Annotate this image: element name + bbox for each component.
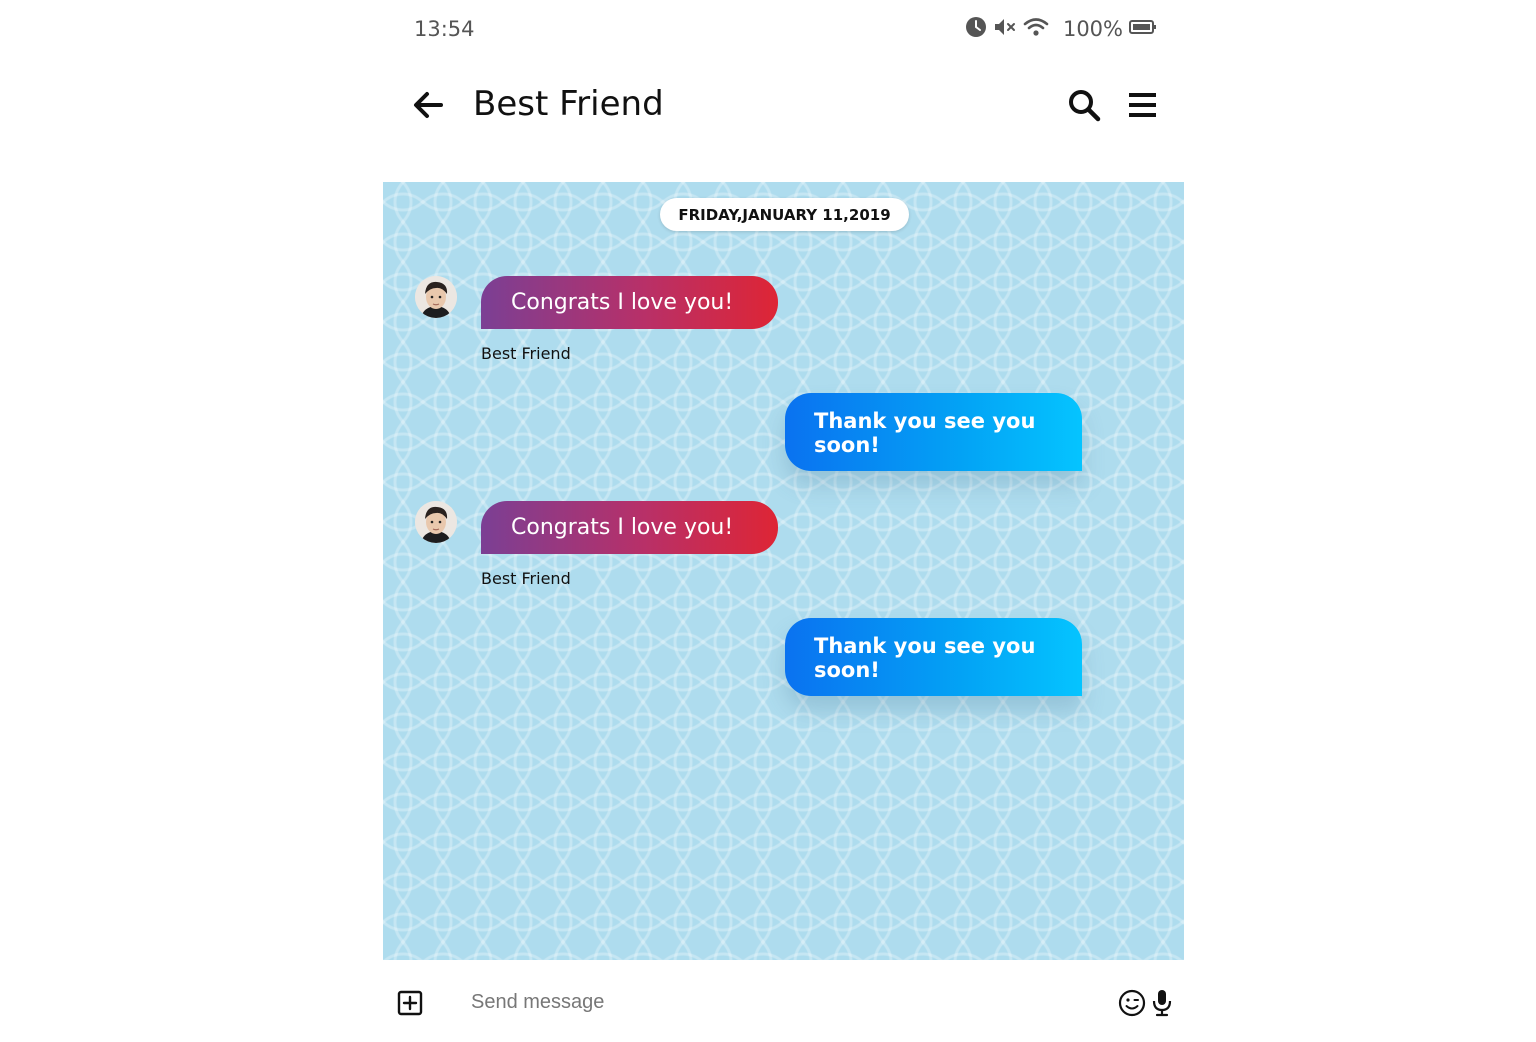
chat-header: Best Friend [383,60,1184,160]
avatar-photo [415,501,457,543]
outgoing-message-bubble[interactable]: Thank you see you soon! [785,393,1082,471]
incoming-message-bubble[interactable]: Congrats I love you! [481,276,778,329]
wifi-icon [1023,16,1049,42]
menu-button[interactable] [1127,90,1159,120]
avatar[interactable] [415,501,457,543]
alarm-icon [965,16,987,42]
mute-icon [993,16,1017,42]
microphone-icon [1152,990,1172,1017]
phone-screen: 13:54 100% Best Friend FRIDAY,JANUARY 11… [383,0,1184,1042]
date-separator: FRIDAY,JANUARY 11,2019 [660,198,909,231]
message-text: Congrats I love you! [511,515,734,540]
message-input[interactable] [471,986,1071,1018]
message-text: Thank you see you soon! [814,409,1036,457]
sender-name: Best Friend [481,569,571,588]
chat-area[interactable]: FRIDAY,JANUARY 11,2019 Congrats I love y… [383,182,1184,960]
avatar-photo [415,276,457,318]
battery-percent: 100% [1062,17,1123,41]
emoji-button[interactable] [1118,989,1146,1017]
microphone-button[interactable] [1151,988,1173,1018]
avatar[interactable] [415,276,457,318]
outgoing-message-bubble[interactable]: Thank you see you soon! [785,618,1082,696]
status-icons: 100% [965,16,1157,42]
add-attachment-button[interactable] [397,990,423,1016]
search-icon [1069,90,1101,122]
message-text: Congrats I love you! [511,290,734,315]
menu-icon [1129,93,1156,117]
status-time: 13:54 [414,17,475,41]
sender-name: Best Friend [481,344,571,363]
search-button[interactable] [1067,88,1101,122]
message-text: Thank you see you soon! [814,634,1036,682]
emoji-icon [1118,989,1146,1017]
status-bar: 13:54 100% [383,0,1184,60]
battery-icon [1129,19,1157,39]
back-button[interactable] [411,88,445,122]
page-title: Best Friend [473,84,664,124]
add-attachment-icon [397,990,423,1016]
incoming-message-bubble[interactable]: Congrats I love you! [481,501,778,554]
back-arrow-icon [414,92,443,118]
message-composer [383,960,1184,1042]
